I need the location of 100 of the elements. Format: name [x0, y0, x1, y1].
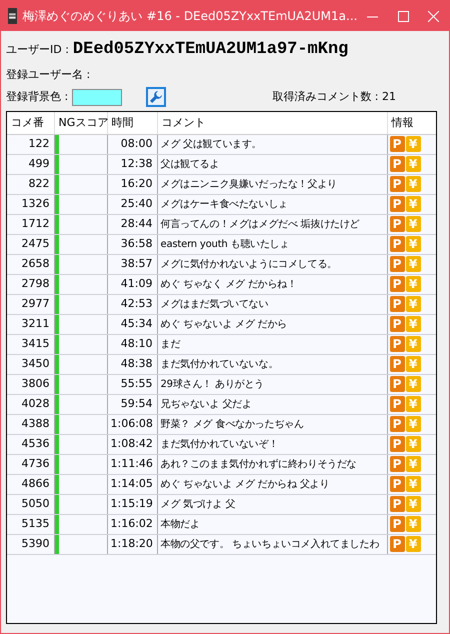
comment-text: あれ？このまま気付かれずに終わりそうだな — [160, 458, 357, 472]
info-badge[interactable]: ¥ — [406, 536, 420, 552]
info-badge[interactable]: ¥ — [406, 236, 420, 252]
info-badge[interactable]: ¥ — [406, 356, 420, 372]
comment-text: まだ気付かれていないな。 — [160, 358, 278, 372]
comment-number: 5390 — [22, 536, 50, 550]
info-badge[interactable]: ¥ — [406, 176, 420, 192]
comment-number: 822 — [28, 176, 50, 190]
info-badge[interactable]: P — [390, 196, 404, 212]
maximize-icon — [398, 10, 409, 22]
info-badge[interactable]: P — [390, 536, 404, 552]
info-badge[interactable]: ¥ — [406, 216, 420, 232]
background-color-label: 登録背景色 : — [6, 88, 68, 105]
info-badge[interactable]: P — [390, 176, 404, 192]
wrench-icon — [149, 90, 164, 104]
comment-text: めぐ ぢゃないよ メグ だからね 父より — [160, 478, 330, 492]
info-badge[interactable]: ¥ — [406, 156, 420, 172]
comment-time: 1:11:46 — [110, 456, 153, 470]
info-badge[interactable]: P — [390, 476, 404, 492]
comment-number: 4028 — [22, 396, 50, 410]
info-badge[interactable]: P — [390, 376, 404, 392]
info-badge[interactable]: ¥ — [406, 296, 420, 312]
comment-number: 4388 — [22, 416, 50, 430]
comment-time: 1:15:19 — [110, 496, 153, 510]
info-badge[interactable]: P — [390, 216, 404, 232]
column-header[interactable]: コメント — [157, 112, 387, 134]
column-header[interactable]: 情報 — [387, 112, 436, 134]
info-badge[interactable]: P — [390, 356, 404, 372]
info-badge[interactable]: P — [390, 436, 404, 452]
comment-time: 12:38 — [120, 156, 152, 170]
comment-number: 5050 — [22, 496, 50, 510]
info-badge[interactable]: P — [390, 456, 404, 472]
comment-number: 2798 — [22, 276, 50, 290]
info-badge[interactable]: ¥ — [406, 276, 420, 292]
info-badge[interactable]: ¥ — [406, 376, 420, 392]
comment-number: 2658 — [22, 256, 50, 270]
info-badge[interactable]: P — [390, 236, 404, 252]
window-title: 梅澤めぐのめぐりあい #16 - DEed05ZYxxTEmUA2UM1a... — [22, 8, 358, 25]
info-badge[interactable]: ¥ — [406, 516, 420, 532]
comment-time: 38:57 — [120, 256, 152, 270]
comment-text: eastern youth も聴いたしょ — [160, 238, 290, 252]
wrench-button[interactable] — [146, 87, 166, 107]
comment-text: めぐ ぢゃなく メグ だからね！ — [160, 278, 297, 292]
column-header[interactable]: 時間 — [107, 112, 157, 134]
comment-time: 1:08:42 — [110, 436, 153, 450]
info-badge[interactable]: P — [390, 256, 404, 272]
info-badge[interactable]: P — [390, 496, 404, 512]
info-badge[interactable]: ¥ — [406, 456, 420, 472]
comment-text: 兄ぢゃないよ 父だよ — [160, 398, 252, 412]
comment-text: メグはまだ気づいてない — [160, 298, 268, 312]
info-badge[interactable]: ¥ — [406, 396, 420, 412]
comment-number: 3415 — [22, 336, 50, 350]
info-badge[interactable]: P — [390, 396, 404, 412]
comment-number: 122 — [28, 136, 50, 150]
comment-time: 08:00 — [120, 136, 152, 150]
info-badge[interactable]: P — [390, 276, 404, 292]
info-badge[interactable]: P — [390, 296, 404, 312]
comment-number: 499 — [28, 156, 50, 170]
comment-time: 55:55 — [120, 376, 152, 390]
info-badge[interactable]: ¥ — [406, 416, 420, 432]
comment-number: 2475 — [22, 236, 50, 250]
comment-text: メグ 気づけよ 父 — [160, 498, 236, 512]
info-badge[interactable]: P — [390, 156, 404, 172]
info-badge[interactable]: P — [390, 516, 404, 532]
comment-number: 2977 — [22, 296, 50, 310]
comment-time: 45:34 — [120, 316, 152, 330]
comment-number: 5135 — [22, 516, 50, 530]
info-badge[interactable]: ¥ — [406, 316, 420, 332]
info-badge[interactable]: ¥ — [406, 496, 420, 512]
info-badge[interactable]: P — [390, 336, 404, 352]
info-badge[interactable]: P — [390, 316, 404, 332]
comment-text: めぐ ぢゃないよ メグ だから — [160, 318, 288, 332]
comment-number: 4866 — [22, 476, 50, 490]
comment-number: 1326 — [22, 196, 50, 210]
comment-number: 4536 — [22, 436, 50, 450]
color-swatch[interactable] — [72, 88, 122, 106]
info-badge[interactable]: ¥ — [406, 436, 420, 452]
comment-number: 3450 — [22, 356, 50, 370]
info-badge[interactable]: ¥ — [406, 196, 420, 212]
comment-time: 1:06:08 — [110, 416, 153, 430]
comment-number: 3806 — [22, 376, 50, 390]
comment-number: 4736 — [22, 456, 50, 470]
comment-text: メグ 父は観ています。 — [160, 138, 262, 152]
info-badge[interactable]: ¥ — [406, 256, 420, 272]
app-icon — [8, 8, 17, 24]
comment-text: メグはケーキ食べたないしょ — [160, 198, 288, 212]
comment-number: 1712 — [22, 216, 50, 230]
comment-number: 3211 — [22, 316, 50, 330]
comment-text: メグはニンニク臭嫌いだったな！父より — [160, 178, 337, 192]
info-badge[interactable]: ¥ — [406, 476, 420, 492]
comment-time: 28:44 — [120, 216, 152, 230]
comment-time: 59:54 — [120, 396, 152, 410]
comment-text: 何言ってんの！メグはメグだべ 垢抜けたけど — [160, 218, 360, 232]
column-header[interactable]: コメ番 — [7, 112, 54, 134]
column-header[interactable]: NGスコア — [54, 112, 107, 134]
info-badge[interactable]: ¥ — [406, 136, 420, 152]
comment-time: 48:10 — [120, 336, 152, 350]
info-badge[interactable]: P — [390, 416, 404, 432]
info-badge[interactable]: P — [390, 136, 404, 152]
info-badge[interactable]: ¥ — [406, 336, 420, 352]
